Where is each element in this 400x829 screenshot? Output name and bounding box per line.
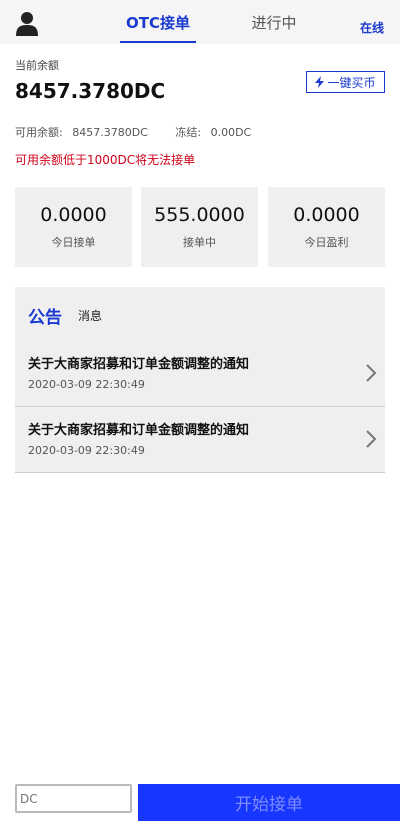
user-icon[interactable]: [14, 10, 40, 36]
quick-buy-button[interactable]: 一键买币: [306, 71, 385, 93]
stat-today-orders: 0.0000 今日接单: [15, 187, 132, 267]
frozen-value: 0.00DC: [210, 126, 252, 139]
stat-value: 555.0000: [154, 204, 245, 226]
notice-item[interactable]: 关于大商家招募和订单金额调整的通知 2020-03-09 22:30:49: [15, 341, 385, 407]
available-label: 可用余额:: [15, 126, 63, 139]
active-tab-indicator: [120, 41, 196, 43]
stat-label: 今日接单: [51, 236, 96, 249]
quick-buy-label: 一键买币: [327, 75, 376, 90]
tab-in-progress[interactable]: 进行中: [246, 12, 302, 33]
available-row: 可用余额: 8457.3780DC 冻结: 0.00DC: [15, 124, 251, 140]
balance-warning: 可用余额低于1000DC将无法接单: [15, 153, 196, 167]
notice-item-date: 2020-03-09 22:30:49: [28, 444, 145, 457]
notice-header: 公告 消息: [28, 303, 102, 328]
message-tab[interactable]: 消息: [78, 307, 102, 324]
online-status[interactable]: 在线: [360, 19, 384, 36]
frozen-label: 冻结:: [175, 126, 202, 139]
balance-value: 8457.3780DC: [15, 79, 166, 103]
dc-amount-input[interactable]: [15, 784, 132, 813]
balance-label: 当前余额: [15, 59, 59, 72]
chevron-right-icon: [366, 364, 377, 382]
stat-label: 今日盈利: [304, 236, 349, 249]
stat-label: 接单中: [183, 236, 216, 249]
notice-panel: 公告 消息 关于大商家招募和订单金额调整的通知 2020-03-09 22:30…: [15, 287, 385, 473]
stat-value: 0.0000: [293, 204, 360, 226]
stat-taking-orders: 555.0000 接单中: [141, 187, 258, 267]
stat-today-profit: 0.0000 今日盈利: [268, 187, 385, 267]
chevron-right-icon: [366, 430, 377, 448]
top-bar: OTC接单 进行中 在线: [0, 0, 400, 44]
start-taking-orders-button[interactable]: 开始接单: [138, 784, 400, 821]
lightning-icon: [315, 76, 325, 88]
notice-item-date: 2020-03-09 22:30:49: [28, 378, 145, 391]
notice-title[interactable]: 公告: [28, 303, 62, 328]
tab-otc-orders[interactable]: OTC接单: [120, 12, 196, 33]
stat-value: 0.0000: [40, 204, 107, 226]
notice-item-title: 关于大商家招募和订单金额调整的通知: [28, 357, 250, 372]
notice-item-title: 关于大商家招募和订单金额调整的通知: [28, 423, 250, 438]
available-value: 8457.3780DC: [72, 126, 148, 139]
notice-item[interactable]: 关于大商家招募和订单金额调整的通知 2020-03-09 22:30:49: [15, 407, 385, 473]
